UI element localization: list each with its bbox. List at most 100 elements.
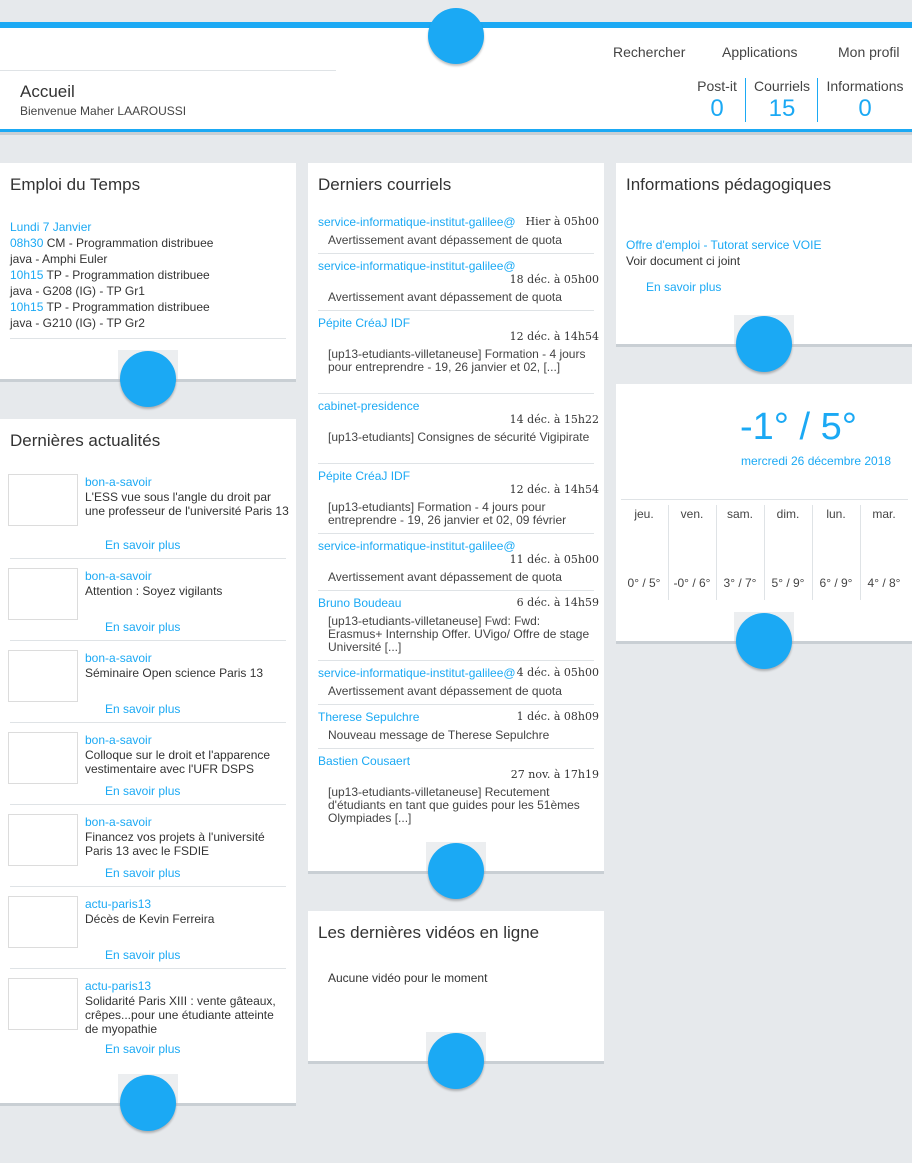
divider <box>318 463 594 464</box>
counter-postit[interactable]: Post-it 0 <box>690 78 744 123</box>
mail-date: 12 déc. à 14h54 <box>509 330 599 343</box>
nav-applications[interactable]: Applications <box>722 44 798 60</box>
videos-title: Les dernières vidéos en ligne <box>318 923 540 942</box>
mail-subject[interactable]: [up13-etudiants-villetaneuse] Recutement… <box>328 786 590 825</box>
mail-sender[interactable]: Therese Sepulchre <box>318 710 498 724</box>
mail-subject[interactable]: [up13-etudiants-villetaneuse] Formation … <box>328 348 590 374</box>
header-divider <box>0 70 336 71</box>
divider <box>318 660 594 661</box>
schedule-room: java - Amphi Euler <box>10 252 108 266</box>
news-thumbnail[interactable] <box>8 978 78 1030</box>
divider <box>10 886 286 887</box>
news-more-link[interactable]: En savoir plus <box>105 783 180 799</box>
mail-sender[interactable]: Pépite CréaJ IDF <box>318 316 518 330</box>
divider <box>10 804 286 805</box>
news-more-link[interactable]: En savoir plus <box>105 701 180 717</box>
news-more-link[interactable]: En savoir plus <box>105 1041 180 1057</box>
news-expand-button[interactable] <box>120 1075 176 1131</box>
info-more-link[interactable]: En savoir plus <box>646 279 721 295</box>
divider <box>10 338 286 339</box>
info-title: Informations pédagogiques <box>626 175 832 194</box>
videos-empty-message: Aucune vidéo pour le moment <box>328 971 488 985</box>
schedule-expand-button[interactable] <box>120 351 176 407</box>
mail-subject[interactable]: Avertissement avant dépassement de quota <box>328 234 590 247</box>
counter-mails[interactable]: Courriels 15 <box>750 78 814 123</box>
divider <box>10 558 286 559</box>
weather-expand-button[interactable] <box>736 613 792 669</box>
news-thumbnail[interactable] <box>8 650 78 702</box>
forecast-day-label: sam. <box>726 507 753 521</box>
divider <box>621 499 908 500</box>
schedule-course: TP - Programmation distribuee <box>46 300 210 314</box>
divider <box>318 533 594 534</box>
info-link[interactable]: Offre d'emploi - Tutorat service VOIE <box>626 237 821 253</box>
mail-sender[interactable]: service-informatique-institut-galilee@ <box>318 215 518 229</box>
mail-date: 18 déc. à 05h00 <box>509 273 599 286</box>
news-more-link[interactable]: En savoir plus <box>105 865 180 881</box>
forecast-day-temp: 5° / 9° <box>771 576 805 590</box>
news-thumbnail[interactable] <box>8 814 78 866</box>
mail-sender[interactable]: service-informatique-institut-galilee@ <box>318 666 516 680</box>
forecast-day-label: jeu. <box>634 507 654 521</box>
news-source[interactable]: bon-a-savoir <box>85 814 152 830</box>
schedule-course: CM - Programmation distribuee <box>46 236 214 250</box>
mail-sender[interactable]: Bruno Boudeau <box>318 596 498 610</box>
news-source[interactable]: actu-paris13 <box>85 978 151 994</box>
news-text: Solidarité Paris XIII : vente gâteaux, c… <box>85 994 276 1036</box>
news-thumbnail[interactable] <box>8 568 78 620</box>
schedule-time: 08h30 <box>10 236 44 250</box>
news-thumbnail[interactable] <box>8 732 78 784</box>
forecast-day-temp: 0° / 5° <box>627 576 661 590</box>
news-text: Financez vos projets à l'université Pari… <box>85 830 265 858</box>
page-title: Accueil <box>20 82 75 101</box>
news-source[interactable]: bon-a-savoir <box>85 732 152 748</box>
mail-sender[interactable]: cabinet-presidence <box>318 399 518 413</box>
news-source[interactable]: bon-a-savoir <box>85 568 152 584</box>
divider <box>318 590 594 591</box>
divider <box>318 253 594 254</box>
videos-expand-button[interactable] <box>428 1033 484 1089</box>
news-thumbnail[interactable] <box>8 896 78 948</box>
mail-date: 1 déc. à 08h09 <box>516 710 599 723</box>
news-text: L'ESS vue sous l'angle du droit par une … <box>85 490 289 518</box>
nav-search[interactable]: Rechercher <box>613 44 685 60</box>
mail-sender[interactable]: service-informatique-institut-galilee@ <box>318 259 518 273</box>
info-expand-button[interactable] <box>736 316 792 372</box>
weather-date: mercredi 26 décembre 2018 <box>741 454 892 468</box>
news-source[interactable]: actu-paris13 <box>85 896 151 912</box>
counter-informations[interactable]: Informations 0 <box>822 78 908 123</box>
divider <box>10 640 286 641</box>
schedule-time: 10h15 <box>10 268 44 282</box>
header-menu-button[interactable] <box>428 8 484 64</box>
counter-postit-label: Post-it <box>697 78 737 94</box>
mail-date: 4 déc. à 05h00 <box>516 666 599 679</box>
news-more-link[interactable]: En savoir plus <box>105 947 180 963</box>
news-thumbnail[interactable] <box>8 474 78 526</box>
news-more-link[interactable]: En savoir plus <box>105 537 180 553</box>
schedule-day[interactable]: Lundi 7 Janvier <box>10 219 91 235</box>
divider <box>318 310 594 311</box>
schedule-entry[interactable]: 08h30 CM - Programmation distribuee java… <box>10 235 290 331</box>
news-source[interactable]: bon-a-savoir <box>85 650 152 666</box>
divider <box>10 968 286 969</box>
mail-sender[interactable]: Bastien Cousaert <box>318 754 518 768</box>
forecast-day-temp: 3° / 7° <box>723 576 757 590</box>
mail-subject[interactable]: [up13-etudiants-villetaneuse] Fwd: Fwd: … <box>328 615 590 654</box>
mail-subject[interactable]: [up13-etudiants] Formation - 4 jours pou… <box>328 501 590 527</box>
news-source[interactable]: bon-a-savoir <box>85 474 152 490</box>
mail-sender[interactable]: Pépite CréaJ IDF <box>318 469 518 483</box>
mail-subject[interactable]: Nouveau message de Therese Sepulchre <box>328 729 590 742</box>
mails-expand-button[interactable] <box>428 843 484 899</box>
mail-sender[interactable]: service-informatique-institut-galilee@ <box>318 539 518 553</box>
weather-current-temp: -1° / 5° <box>740 406 857 448</box>
forecast-day-label: lun. <box>826 507 846 521</box>
counter-divider <box>817 78 818 122</box>
nav-profile[interactable]: Mon profil <box>838 44 899 60</box>
news-more-link[interactable]: En savoir plus <box>105 619 180 635</box>
mail-subject[interactable]: Avertissement avant dépassement de quota <box>328 571 590 584</box>
mail-subject[interactable]: [up13-etudiants] Consignes de sécurité V… <box>328 431 590 444</box>
mail-date: 6 déc. à 14h59 <box>516 596 599 609</box>
mail-subject[interactable]: Avertissement avant dépassement de quota <box>328 291 590 304</box>
mail-subject[interactable]: Avertissement avant dépassement de quota <box>328 685 590 698</box>
counter-informations-value: 0 <box>858 95 872 122</box>
